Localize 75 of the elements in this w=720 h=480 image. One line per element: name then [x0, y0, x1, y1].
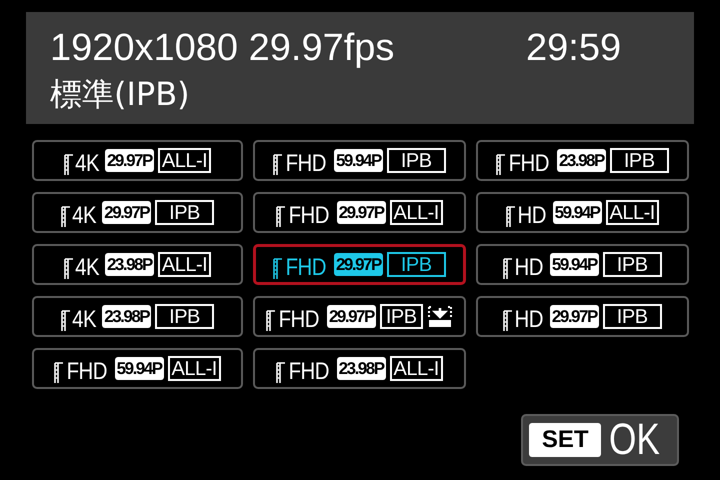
frame-rate-badge: 59.94P [114, 357, 164, 380]
resolution-label: HD [518, 204, 546, 228]
film-icon [503, 258, 514, 280]
film-icon [266, 310, 276, 332]
frame-rate-badge: 23.98P [556, 149, 606, 172]
set-ok-button[interactable]: SET OK [521, 414, 679, 466]
frame-rate-badge: 59.94P [550, 253, 599, 276]
movie-size-option[interactable]: 4K 29.97P ALL-I [32, 140, 243, 181]
movie-size-option[interactable]: HD 59.94P ALL-I [476, 192, 689, 233]
resolution-label: FHD [66, 360, 108, 384]
resolution-label: FHD [508, 152, 550, 176]
movie-size-option[interactable]: HD 29.97P IPB [476, 296, 689, 337]
resolution-label: FHD [278, 308, 320, 332]
film-icon [61, 310, 72, 332]
film-icon [64, 154, 74, 176]
compression-label: IPB [602, 304, 662, 329]
resolution-label: FHD [288, 360, 330, 384]
resolution-label: FHD [286, 152, 326, 176]
film-icon [276, 362, 286, 384]
compression-label: IPB [386, 252, 446, 277]
compression-label: IPB [610, 148, 669, 173]
resolution-label: 4K [72, 308, 96, 332]
frame-rate-badge: 29.97P [104, 149, 154, 172]
compression-label: ALL-I [390, 356, 443, 381]
download-arrow-icon [426, 304, 453, 328]
resolution-label: 4K [72, 204, 96, 228]
resolution-label: FHD [286, 256, 326, 280]
compression-label: IPB [380, 304, 423, 329]
compression-label: ALL-I [390, 200, 443, 225]
resolution-label: HD [514, 256, 544, 280]
frame-rate-badge: 59.94P [334, 149, 383, 172]
movie-size-option[interactable]: FHD 59.94P IPB [253, 140, 466, 181]
film-icon [503, 310, 514, 332]
compression-label: IPB [155, 200, 214, 225]
resolution-label: FHD [288, 204, 330, 228]
frame-rate-badge: 29.97P [326, 305, 376, 328]
movie-size-option[interactable]: FHD 29.97P IPB [253, 296, 466, 337]
frame-rate-badge: 23.98P [336, 357, 386, 380]
compression-label: IPB [386, 148, 446, 173]
quality-label: 標準(IPB) [50, 75, 190, 113]
frame-rate-badge: 29.97P [336, 201, 386, 224]
movie-size-option[interactable]: FHD 23.98P ALL-I [253, 348, 466, 389]
frame-rate-badge: 23.98P [102, 305, 152, 328]
compression-label: IPB [155, 304, 214, 329]
frame-rate-badge: 59.94P [552, 201, 602, 224]
compression-label: ALL-I [606, 200, 659, 225]
film-icon [273, 258, 284, 280]
film-icon [64, 258, 74, 280]
film-icon [276, 206, 286, 228]
movie-size-option[interactable]: FHD 59.94P ALL-I [32, 348, 243, 389]
movie-size-option[interactable]: HD 59.94P IPB [476, 244, 689, 285]
compression-label: ALL-I [158, 148, 212, 173]
movie-size-option[interactable]: 4K 29.97P IPB [32, 192, 243, 233]
resolution-label: HD [514, 308, 544, 332]
compression-label: IPB [602, 252, 662, 277]
resolution-label: 4K [74, 256, 99, 280]
movie-size-option[interactable]: FHD 29.97P IPB [253, 244, 466, 285]
film-icon [61, 206, 72, 228]
frame-rate-badge: 29.97P [102, 201, 152, 224]
frame-rate-badge: 23.98P [104, 253, 154, 276]
film-icon [273, 154, 284, 176]
film-icon [496, 154, 506, 176]
compression-label: ALL-I [158, 252, 212, 277]
movie-size-option[interactable]: 4K 23.98P IPB [32, 296, 243, 337]
movie-size-option[interactable]: FHD 29.97P ALL-I [253, 192, 466, 233]
film-icon [506, 206, 516, 228]
resolution-label: 4K [74, 152, 99, 176]
film-icon [54, 362, 64, 384]
movie-size-option[interactable]: 4K 23.98P ALL-I [32, 244, 243, 285]
movie-format: 1920x1080 29.97fps [50, 29, 396, 67]
frame-rate-badge: 29.97P [334, 253, 383, 276]
compression-label: ALL-I [168, 356, 221, 381]
recording-time: 29:59 [526, 29, 622, 67]
movie-size-option[interactable]: FHD 23.98P IPB [476, 140, 689, 181]
frame-rate-badge: 29.97P [550, 305, 599, 328]
